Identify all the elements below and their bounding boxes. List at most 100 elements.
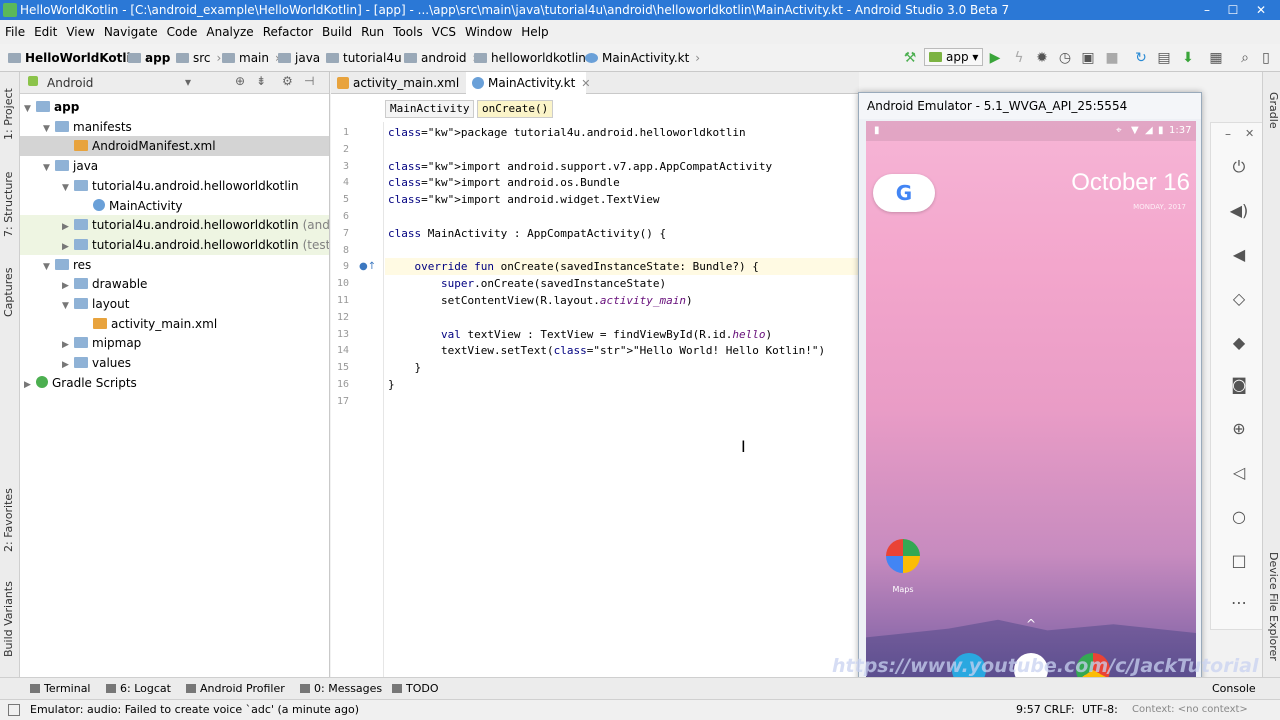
- tab-device-file-explorer[interactable]: Device File Explorer: [1264, 552, 1280, 672]
- collapsed-arrow-icon[interactable]: ▶: [62, 355, 74, 373]
- expanded-arrow-icon[interactable]: ▼: [62, 296, 74, 314]
- breadcrumb-app[interactable]: app›: [128, 51, 181, 65]
- tool-messages[interactable]: 0: Messages: [300, 682, 382, 695]
- crumb-class[interactable]: MainActivity: [385, 100, 475, 118]
- menu-build[interactable]: Build: [317, 20, 356, 44]
- code-line[interactable]: override fun onCreate(savedInstanceState…: [388, 258, 759, 275]
- tree-item[interactable]: ▼ res: [20, 255, 329, 275]
- back-icon[interactable]: ◁: [1229, 463, 1249, 483]
- tree-item[interactable]: activity_main.xml: [20, 314, 329, 334]
- code-line[interactable]: class="kw">import android.os.Bundle: [388, 174, 620, 191]
- menu-tools[interactable]: Tools: [388, 20, 427, 44]
- search-icon[interactable]: ⌕: [1237, 50, 1253, 66]
- tree-item[interactable]: ▼ java: [20, 156, 329, 176]
- toggle-tool-windows-icon[interactable]: [8, 704, 20, 716]
- profile-icon[interactable]: ◷: [1057, 50, 1073, 66]
- menu-file[interactable]: File: [0, 20, 29, 44]
- tab-gradle[interactable]: Gradle: [1264, 92, 1280, 142]
- tab-build-variants[interactable]: Build Variants: [2, 577, 18, 657]
- breadcrumb-mainactivity[interactable]: MainActivity.kt ›: [585, 51, 700, 65]
- tree-item[interactable]: ▼ app: [20, 97, 329, 117]
- tree-item[interactable]: ▶ Gradle Scripts: [20, 373, 329, 393]
- tab-captures[interactable]: Captures: [2, 262, 18, 317]
- more-icon[interactable]: ▯: [1258, 50, 1274, 66]
- file-encoding[interactable]: UTF-8:: [1082, 700, 1118, 720]
- expanded-arrow-icon[interactable]: ▼: [24, 99, 36, 117]
- tree-item[interactable]: ▶ drawable: [20, 274, 329, 294]
- rotate-left-icon[interactable]: ◇: [1229, 289, 1249, 309]
- collapsed-arrow-icon[interactable]: ▶: [24, 375, 36, 393]
- menu-vcs[interactable]: VCS: [427, 20, 460, 44]
- menu-navigate[interactable]: Navigate: [99, 20, 162, 44]
- menu-analyze[interactable]: Analyze: [201, 20, 257, 44]
- expanded-arrow-icon[interactable]: ▼: [43, 158, 55, 176]
- tab-project[interactable]: 1: Project: [2, 80, 18, 140]
- stop-icon[interactable]: ■: [1104, 50, 1120, 66]
- run-icon[interactable]: ▶: [987, 50, 1003, 66]
- hide-panel-icon[interactable]: ⊣: [304, 74, 314, 88]
- breadcrumb-main[interactable]: main›: [222, 51, 280, 65]
- collapse-all-icon[interactable]: ⇟: [256, 74, 266, 88]
- menu-window[interactable]: Window: [460, 20, 516, 44]
- breadcrumb-tutorial4u[interactable]: tutorial4u›: [326, 51, 412, 65]
- app-drawer-chevron-icon[interactable]: ^: [1026, 617, 1036, 631]
- close-button[interactable]: ✕: [1248, 0, 1274, 20]
- code-line[interactable]: class="kw">package tutorial4u.android.he…: [388, 124, 746, 141]
- close-emulator-button[interactable]: ✕: [1245, 127, 1254, 140]
- more-options-icon[interactable]: ⋯: [1229, 593, 1249, 613]
- menu-code[interactable]: Code: [162, 20, 202, 44]
- breadcrumb-src[interactable]: src ›: [176, 51, 221, 65]
- avd-manager-icon[interactable]: ▤: [1156, 50, 1172, 66]
- volume-down-icon[interactable]: ◀: [1229, 245, 1249, 265]
- tool-todo[interactable]: TODO: [392, 682, 439, 695]
- code-line[interactable]: super.onCreate(savedInstanceState): [388, 275, 666, 292]
- menu-run[interactable]: Run: [356, 20, 388, 44]
- tree-item[interactable]: ▼ tutorial4u.android.helloworldkotlin: [20, 176, 329, 196]
- run-config-select[interactable]: app ▾: [924, 48, 984, 66]
- menu-view[interactable]: View: [61, 20, 98, 44]
- code-line[interactable]: class="kw">import android.support.v7.app…: [388, 158, 772, 175]
- overview-icon[interactable]: □: [1229, 551, 1249, 571]
- rotate-right-icon[interactable]: ◆: [1229, 333, 1249, 353]
- code-line[interactable]: class MainActivity : AppCompatActivity()…: [388, 225, 666, 242]
- home-icon[interactable]: ○: [1229, 507, 1249, 527]
- tool-console[interactable]: Console: [1212, 682, 1256, 695]
- collapsed-arrow-icon[interactable]: ▶: [62, 217, 74, 235]
- sdk-manager-icon[interactable]: ⬇: [1180, 50, 1196, 66]
- caret-position[interactable]: 9:57: [1016, 700, 1041, 720]
- expanded-arrow-icon[interactable]: ▼: [43, 119, 55, 137]
- status-message[interactable]: Emulator: audio: Failed to create voice …: [30, 700, 359, 720]
- tool-android-profiler[interactable]: Android Profiler: [186, 682, 285, 695]
- scroll-from-source-icon[interactable]: ⊕: [235, 74, 245, 88]
- line-separator[interactable]: CRLF:: [1044, 700, 1075, 720]
- tab-mainactivity-kt[interactable]: MainActivity.kt ✕: [466, 72, 591, 94]
- google-search-widget[interactable]: G: [873, 174, 935, 212]
- tree-item[interactable]: AndroidManifest.xml: [20, 136, 329, 157]
- hammer-build-icon[interactable]: ⚒: [902, 50, 918, 66]
- settings-gear-icon[interactable]: ⚙: [282, 74, 293, 88]
- view-dropdown-icon[interactable]: ▾: [185, 75, 191, 89]
- menu-help[interactable]: Help: [516, 20, 552, 44]
- code-line[interactable]: }: [388, 359, 421, 376]
- collapsed-arrow-icon[interactable]: ▶: [62, 335, 74, 353]
- sync-gradle-icon[interactable]: ↻: [1133, 50, 1149, 66]
- date-widget[interactable]: October 16: [1071, 169, 1190, 197]
- tab-activity-main-xml[interactable]: activity_main.xml✕: [331, 72, 474, 94]
- collapsed-arrow-icon[interactable]: ▶: [62, 276, 74, 294]
- close-tab-icon[interactable]: ✕: [581, 77, 590, 90]
- collapsed-arrow-icon[interactable]: ▶: [62, 237, 74, 255]
- attach-debugger-icon[interactable]: ▣: [1080, 50, 1096, 66]
- code-line[interactable]: setContentView(R.layout.activity_main): [388, 292, 693, 309]
- camera-icon[interactable]: ◙: [1229, 375, 1249, 395]
- debug-icon[interactable]: ✹: [1034, 50, 1050, 66]
- maps-app-icon[interactable]: [886, 539, 920, 573]
- expanded-arrow-icon[interactable]: ▼: [43, 257, 55, 275]
- apply-changes-icon[interactable]: ϟ: [1011, 50, 1027, 66]
- project-structure-icon[interactable]: ▦: [1208, 50, 1224, 66]
- power-icon[interactable]: ⏻: [1229, 157, 1249, 177]
- minimize-emulator-button[interactable]: –: [1225, 127, 1231, 141]
- tree-item[interactable]: ▶ values: [20, 353, 329, 373]
- code-line[interactable]: textView.setText(class="str">"Hello Worl…: [388, 342, 825, 359]
- tool-terminal[interactable]: Terminal: [30, 682, 91, 695]
- zoom-icon[interactable]: ⊕: [1229, 419, 1249, 439]
